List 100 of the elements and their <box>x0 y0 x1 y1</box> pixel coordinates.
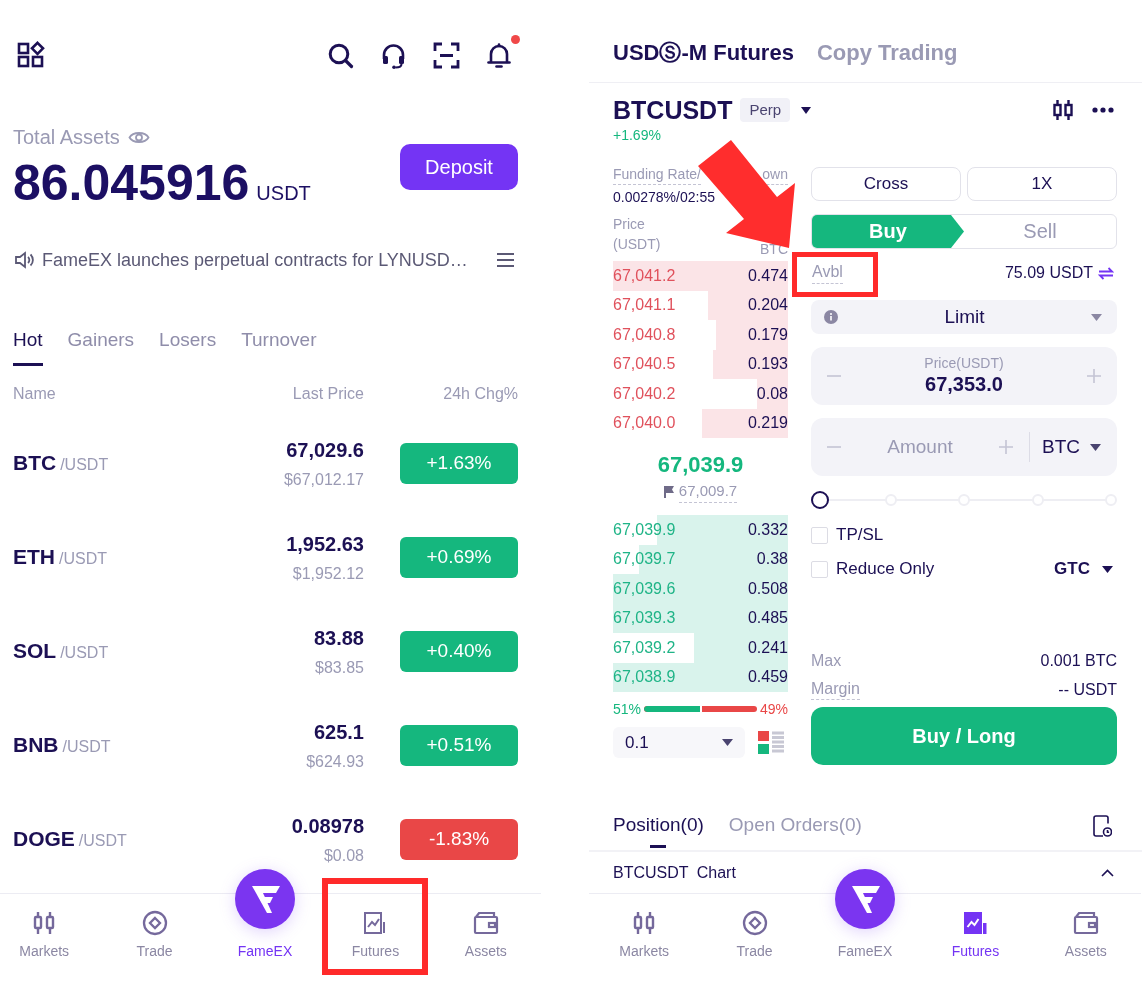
bid-price[interactable]: 67,039.3 <box>613 609 676 628</box>
deposit-button[interactable]: Deposit <box>400 144 518 190</box>
price-input[interactable]: 67,353.0 <box>894 371 1034 397</box>
apps-icon[interactable] <box>17 41 45 69</box>
header-tab[interactable]: Copy Trading <box>816 38 958 68</box>
side-tab[interactable]: Buy <box>812 215 964 248</box>
leverage-button[interactable]: 1X <box>967 167 1117 201</box>
nav-item[interactable]: Assets <box>430 894 542 959</box>
chart-section-title[interactable]: BTCUSDT Chart <box>613 863 736 882</box>
column-header: Name <box>13 385 57 403</box>
quote-currency: /USDT <box>62 738 111 756</box>
coin-symbol: BTC <box>13 451 57 475</box>
chevron-up-icon[interactable] <box>1101 868 1114 877</box>
usd-price: $1,952.12 <box>292 564 364 584</box>
candlestick-chart-icon[interactable] <box>1052 99 1074 121</box>
time-in-force-dropdown[interactable]: GTC <box>1054 558 1117 580</box>
bid-amount: 0.241 <box>747 638 788 657</box>
quote-currency: /USDT <box>60 644 109 662</box>
ask-price[interactable]: 67,040.8 <box>613 325 676 344</box>
book-layout-icon[interactable] <box>758 730 784 755</box>
quote-currency: /USDT <box>59 550 107 568</box>
target-icon <box>141 910 168 936</box>
ask-amount: 0.219 <box>747 414 788 433</box>
margin-mode-button[interactable]: Cross <box>811 167 961 201</box>
summary-value: 0.001 BTC <box>1040 652 1117 670</box>
ask-price[interactable]: 67,041.1 <box>613 296 676 315</box>
amount-field[interactable]: Amount BTC <box>811 418 1117 476</box>
position-tab[interactable]: Open Orders(0) <box>728 812 862 848</box>
symbol-title[interactable]: BTCUSDT <box>613 95 733 125</box>
price-field[interactable]: Price(USDT) 67,353.0 <box>811 347 1117 405</box>
ask-price[interactable]: 67,040.5 <box>613 355 676 374</box>
header-tab[interactable]: USDⓈ-M Futures <box>613 38 794 68</box>
slider-thumb[interactable] <box>811 491 829 509</box>
wallet-icon <box>1072 910 1099 936</box>
bid-price[interactable]: 67,038.9 <box>613 668 676 687</box>
order-history-icon[interactable] <box>1092 815 1112 837</box>
ask-price[interactable]: 67,041.2 <box>613 266 676 285</box>
buy-long-button[interactable]: Buy / Long <box>811 707 1117 765</box>
mark-price: 67,009.7 <box>678 481 738 503</box>
flag-icon <box>663 486 674 498</box>
market-tab[interactable]: Losers <box>159 326 217 366</box>
ask-amount: 0.474 <box>747 266 788 285</box>
slider-track[interactable] <box>811 490 1117 510</box>
ask-amount: 0.179 <box>747 325 788 344</box>
ask-amount: 0.193 <box>747 355 788 374</box>
checkbox[interactable] <box>811 526 828 544</box>
ask-amount: 0.204 <box>747 296 788 315</box>
nav-item[interactable]: Markets <box>0 894 100 959</box>
coin-symbol: BNB <box>13 733 59 757</box>
bell-icon[interactable] <box>486 41 512 69</box>
nav-item[interactable]: FameEX <box>209 869 321 959</box>
coin-symbol: DOGE <box>13 827 75 851</box>
headset-icon[interactable] <box>380 41 407 69</box>
nav-item[interactable]: FameEX <box>809 869 921 959</box>
caret-icon[interactable] <box>801 106 812 114</box>
nav-item[interactable]: Assets <box>1030 894 1142 959</box>
menu-icon[interactable] <box>496 252 515 268</box>
ask-price[interactable]: 67,040.2 <box>613 384 676 403</box>
scan-icon[interactable] <box>433 41 460 69</box>
market-tab[interactable]: Gainers <box>67 326 135 366</box>
usd-price: $67,012.17 <box>283 470 364 490</box>
last-price: 0.08978 <box>291 814 364 839</box>
swap-icon[interactable] <box>1098 266 1114 280</box>
ask-amount: 0.08 <box>756 384 788 403</box>
quote-currency: /USDT <box>60 456 109 474</box>
precision-dropdown[interactable]: 0.1 <box>613 727 745 758</box>
bid-price[interactable]: 67,039.6 <box>613 579 676 598</box>
market-tab[interactable]: Hot <box>13 326 43 366</box>
nav-item[interactable]: Futures <box>320 894 431 959</box>
ask-price[interactable]: 67,040.0 <box>613 414 676 433</box>
amount-input[interactable]: Amount <box>842 436 998 458</box>
checkbox[interactable] <box>811 560 828 578</box>
side-tab[interactable]: Sell <box>964 215 1116 248</box>
summary-label: Max <box>811 652 842 670</box>
contract-type-tag: Perp <box>740 98 791 122</box>
bid-price[interactable]: 67,039.9 <box>613 520 676 539</box>
funding-rate-value: 0.00278%/02:55 <box>613 189 715 205</box>
change-badge: +0.40% <box>400 630 518 672</box>
unit-dropdown[interactable]: BTC <box>1042 436 1101 458</box>
eye-icon[interactable] <box>127 129 150 145</box>
price-change: +1.69% <box>613 127 661 143</box>
caret-icon <box>1091 313 1102 321</box>
more-icon[interactable] <box>1092 107 1114 113</box>
market-tab[interactable]: Turnover <box>241 326 317 366</box>
bid-price[interactable]: 67,039.7 <box>613 550 676 569</box>
search-icon[interactable] <box>327 41 354 69</box>
option-label[interactable]: TP/SL <box>836 525 884 545</box>
option-label[interactable]: Reduce Only <box>836 559 935 579</box>
nav-item[interactable]: Markets <box>589 894 700 959</box>
summary-value: -- USDT <box>1058 681 1117 699</box>
bid-price[interactable]: 67,039.2 <box>613 638 676 657</box>
nav-item[interactable]: Trade <box>699 894 810 959</box>
usd-price: $83.85 <box>315 658 364 678</box>
nav-item[interactable]: Trade <box>99 894 210 959</box>
nav-item[interactable]: Futures <box>920 894 1031 959</box>
coin-symbol: SOL <box>13 639 57 663</box>
chart-icon <box>962 910 989 936</box>
announcement-text[interactable]: FameEX launches perpetual contracts for LYNUSD… <box>42 249 496 271</box>
order-type-dropdown[interactable]: Limit <box>811 300 1117 334</box>
bid-amount: 0.508 <box>747 579 788 598</box>
